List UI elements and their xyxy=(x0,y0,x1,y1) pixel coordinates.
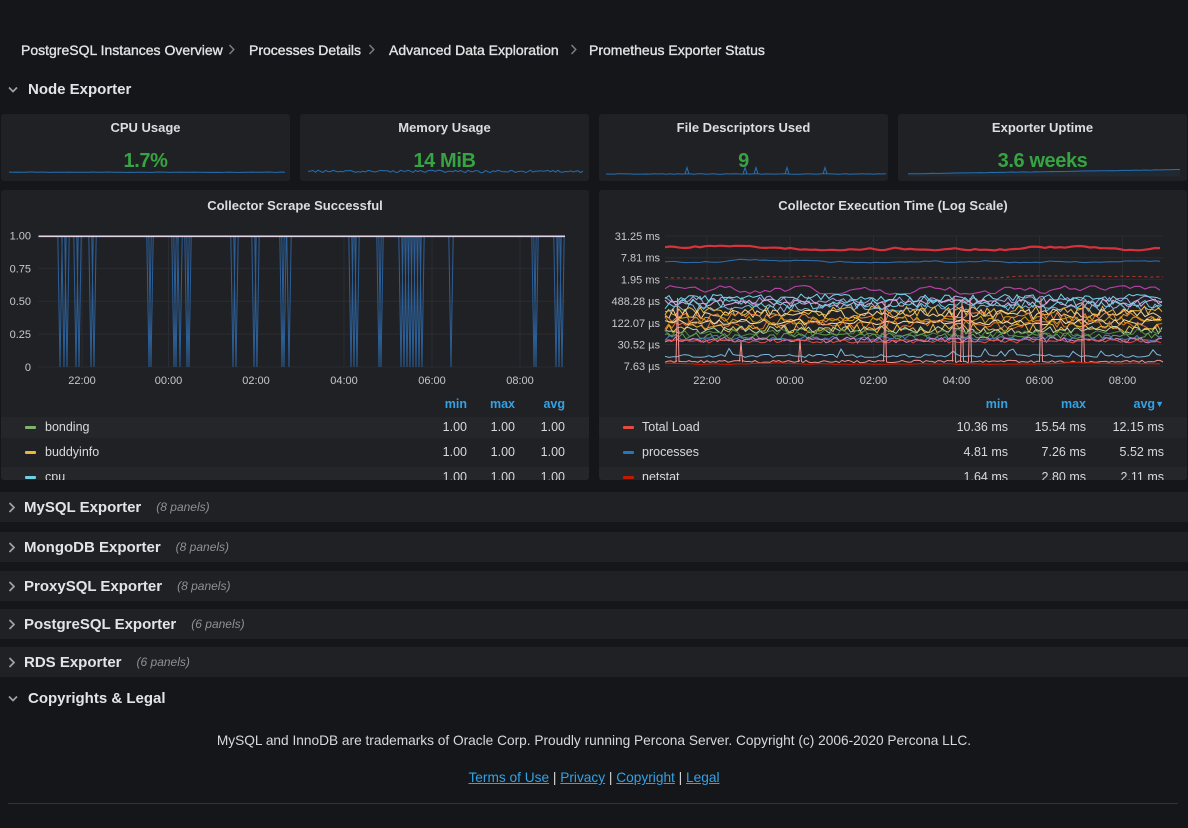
svg-text:30.52 µs: 30.52 µs xyxy=(618,340,661,352)
svg-text:0.50: 0.50 xyxy=(10,296,31,308)
svg-text:00:00: 00:00 xyxy=(155,375,183,387)
svg-text:02:00: 02:00 xyxy=(860,375,888,387)
svg-text:08:00: 08:00 xyxy=(1109,375,1137,387)
svg-text:04:00: 04:00 xyxy=(943,375,971,387)
svg-text:06:00: 06:00 xyxy=(418,375,446,387)
svg-text:22:00: 22:00 xyxy=(693,375,721,387)
svg-text:08:00: 08:00 xyxy=(506,375,534,387)
svg-text:02:00: 02:00 xyxy=(242,375,270,387)
svg-text:06:00: 06:00 xyxy=(1026,375,1054,387)
svg-text:0.25: 0.25 xyxy=(10,329,31,341)
svg-text:7.81 ms: 7.81 ms xyxy=(621,253,661,265)
svg-text:04:00: 04:00 xyxy=(330,375,358,387)
svg-text:488.28 µs: 488.28 µs xyxy=(611,296,660,308)
svg-text:1.95 ms: 1.95 ms xyxy=(621,274,661,286)
svg-text:0: 0 xyxy=(25,362,31,374)
svg-text:7.63 µs: 7.63 µs xyxy=(624,361,661,373)
svg-text:0.75: 0.75 xyxy=(10,263,31,275)
svg-text:00:00: 00:00 xyxy=(776,375,804,387)
svg-text:22:00: 22:00 xyxy=(68,375,96,387)
svg-text:122.07 µs: 122.07 µs xyxy=(611,318,660,330)
svg-text:1.00: 1.00 xyxy=(10,231,31,243)
svg-text:31.25 ms: 31.25 ms xyxy=(615,231,661,243)
